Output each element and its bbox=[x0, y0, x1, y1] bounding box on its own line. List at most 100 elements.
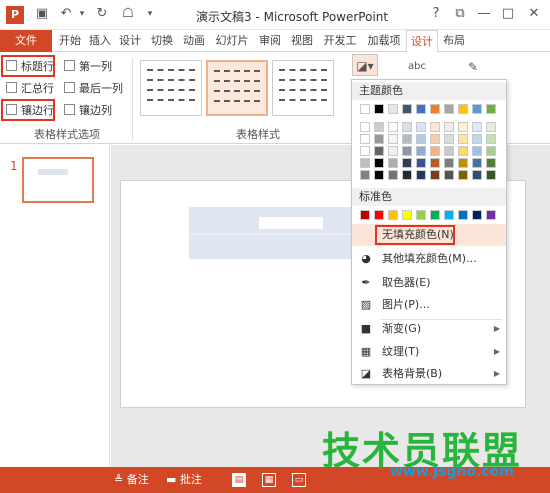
wordart-style-icon[interactable]: abc bbox=[404, 56, 430, 78]
theme-color-swatch[interactable] bbox=[486, 170, 496, 180]
theme-color-swatch[interactable] bbox=[458, 146, 468, 156]
tab-review[interactable]: 审阅 bbox=[256, 30, 284, 52]
redo-icon[interactable]: ↻ bbox=[94, 6, 110, 22]
theme-color-swatch[interactable] bbox=[458, 122, 468, 132]
theme-color-swatch[interactable] bbox=[472, 104, 482, 114]
gradient-item[interactable]: ■ 渐变(G) ▶ bbox=[352, 318, 506, 340]
theme-color-swatch[interactable] bbox=[486, 104, 496, 114]
theme-color-swatch[interactable] bbox=[472, 158, 482, 168]
slide-thumbnail[interactable] bbox=[22, 157, 94, 203]
theme-color-swatch[interactable] bbox=[402, 170, 412, 180]
theme-color-swatch[interactable] bbox=[444, 170, 454, 180]
theme-color-swatch[interactable] bbox=[458, 158, 468, 168]
theme-color-swatch[interactable] bbox=[430, 104, 440, 114]
theme-color-swatch[interactable] bbox=[374, 104, 384, 114]
help-button[interactable]: ? bbox=[426, 4, 446, 24]
standard-color-swatch[interactable] bbox=[402, 210, 412, 220]
table-background-item[interactable]: ◪ 表格背景(B) ▶ bbox=[352, 363, 506, 385]
theme-color-swatch[interactable] bbox=[444, 104, 454, 114]
theme-color-swatch[interactable] bbox=[444, 158, 454, 168]
theme-color-swatch[interactable] bbox=[360, 104, 370, 114]
theme-color-swatch[interactable] bbox=[388, 104, 398, 114]
tab-design[interactable]: 设计 bbox=[116, 30, 144, 52]
theme-color-swatch[interactable] bbox=[430, 122, 440, 132]
theme-color-swatch[interactable] bbox=[416, 134, 426, 144]
theme-color-swatch[interactable] bbox=[374, 158, 384, 168]
slide-sorter-icon[interactable]: ▦ bbox=[262, 473, 276, 487]
theme-color-swatch[interactable] bbox=[472, 146, 482, 156]
tab-animations[interactable]: 动画 bbox=[180, 30, 208, 52]
standard-color-swatch[interactable] bbox=[458, 210, 468, 220]
theme-color-swatch[interactable] bbox=[416, 158, 426, 168]
close-button[interactable]: ✕ bbox=[524, 4, 544, 24]
reading-view-icon[interactable]: ▭ bbox=[292, 473, 306, 487]
picture-item[interactable]: ▨ 图片(P)... bbox=[352, 294, 506, 316]
theme-color-swatch[interactable] bbox=[402, 122, 412, 132]
tab-view[interactable]: 视图 bbox=[288, 30, 316, 52]
theme-color-swatch[interactable] bbox=[402, 158, 412, 168]
theme-color-swatch[interactable] bbox=[458, 104, 468, 114]
tab-file[interactable]: 文件 bbox=[0, 30, 52, 52]
tab-table-layout[interactable]: 布局 bbox=[440, 30, 468, 52]
theme-color-swatch[interactable] bbox=[402, 104, 412, 114]
standard-color-swatch[interactable] bbox=[472, 210, 482, 220]
undo-dropdown-icon[interactable]: ▾ bbox=[74, 6, 90, 22]
banded-columns-checkbox[interactable]: 镶边列 bbox=[64, 102, 112, 120]
theme-color-swatch[interactable] bbox=[388, 122, 398, 132]
minimize-button[interactable]: — bbox=[474, 4, 494, 24]
theme-color-swatch[interactable] bbox=[472, 170, 482, 180]
last-column-checkbox[interactable]: 最后一列 bbox=[64, 80, 123, 98]
checkbox-box[interactable] bbox=[6, 82, 17, 93]
theme-color-swatch[interactable] bbox=[416, 122, 426, 132]
checkbox-box[interactable] bbox=[64, 60, 75, 71]
notes-button[interactable]: ≜ 备注 bbox=[114, 467, 149, 493]
theme-color-swatch[interactable] bbox=[430, 170, 440, 180]
draw-table-icon[interactable]: ✎ bbox=[460, 56, 486, 78]
theme-color-swatch[interactable] bbox=[444, 134, 454, 144]
theme-color-swatch[interactable] bbox=[444, 146, 454, 156]
theme-color-swatch[interactable] bbox=[416, 146, 426, 156]
undo-icon[interactable]: ↶ bbox=[58, 6, 74, 22]
theme-color-swatch[interactable] bbox=[388, 134, 398, 144]
tab-home[interactable]: 开始 bbox=[56, 30, 84, 52]
comments-button[interactable]: ▬ 批注 bbox=[166, 467, 202, 493]
theme-color-swatch[interactable] bbox=[360, 122, 370, 132]
theme-color-swatch[interactable] bbox=[360, 158, 370, 168]
checkbox-box[interactable] bbox=[64, 82, 75, 93]
normal-view-icon[interactable]: ▤ bbox=[232, 473, 246, 487]
table-cell[interactable] bbox=[259, 217, 323, 229]
theme-color-swatch[interactable] bbox=[430, 134, 440, 144]
tab-insert[interactable]: 插入 bbox=[86, 30, 114, 52]
theme-color-swatch[interactable] bbox=[416, 170, 426, 180]
theme-color-swatch[interactable] bbox=[430, 158, 440, 168]
theme-color-swatch[interactable] bbox=[374, 122, 384, 132]
theme-color-swatch[interactable] bbox=[458, 170, 468, 180]
customize-quick-access-icon[interactable]: ▾ bbox=[142, 6, 158, 22]
maximize-button[interactable]: □ bbox=[498, 4, 518, 24]
standard-color-swatch[interactable] bbox=[388, 210, 398, 220]
standard-color-swatch[interactable] bbox=[430, 210, 440, 220]
checkbox-box[interactable] bbox=[64, 104, 75, 115]
theme-color-swatch[interactable] bbox=[374, 146, 384, 156]
save-icon[interactable]: ▣ bbox=[34, 6, 50, 22]
theme-color-swatch[interactable] bbox=[430, 146, 440, 156]
standard-color-swatch[interactable] bbox=[444, 210, 454, 220]
standard-color-swatch[interactable] bbox=[416, 210, 426, 220]
texture-item[interactable]: ▦ 纹理(T) ▶ bbox=[352, 341, 506, 363]
theme-color-swatch[interactable] bbox=[472, 134, 482, 144]
tab-addins[interactable]: 加载项 bbox=[364, 30, 404, 52]
theme-color-swatch[interactable] bbox=[374, 134, 384, 144]
more-fill-colors-item[interactable]: ◕ 其他填充颜色(M)... bbox=[352, 248, 506, 270]
theme-color-swatch[interactable] bbox=[374, 170, 384, 180]
theme-color-swatch[interactable] bbox=[360, 134, 370, 144]
theme-color-swatch[interactable] bbox=[388, 146, 398, 156]
table-style-thumbnail[interactable] bbox=[272, 60, 334, 116]
paint-bucket-icon[interactable]: ◪▾ bbox=[352, 54, 378, 76]
table-style-thumbnail-selected[interactable] bbox=[206, 60, 268, 116]
theme-color-swatch[interactable] bbox=[486, 122, 496, 132]
tab-table-design[interactable]: 设计 bbox=[406, 30, 438, 53]
ribbon-display-options-button[interactable]: ⧉ bbox=[450, 4, 470, 24]
total-row-checkbox[interactable]: 汇总行 bbox=[6, 80, 54, 98]
eyedropper-item[interactable]: ✒ 取色器(E) bbox=[352, 272, 506, 294]
standard-color-swatch[interactable] bbox=[486, 210, 496, 220]
